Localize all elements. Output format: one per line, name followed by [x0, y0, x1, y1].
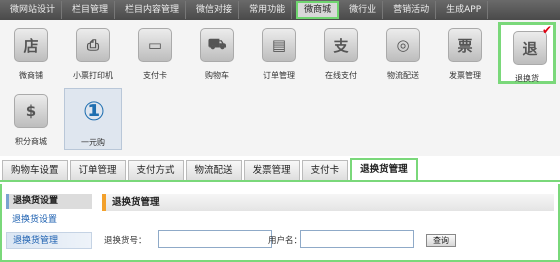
- app-points-store[interactable]: $ 积分商城: [2, 88, 60, 150]
- app-grid: 店 微商铺 ⎙ 小票打印机 ▭ 支付卡 ⛟ 购物车 ▤ 订单管理 支 在线支付 …: [0, 20, 560, 156]
- cart-icon: ⛟: [200, 28, 234, 62]
- app-order-management[interactable]: ▤ 订单管理: [250, 22, 308, 84]
- store-icon: 店: [14, 28, 48, 62]
- app-one-yuan-purchase[interactable]: ① 一元购: [64, 88, 122, 150]
- nav-marketing[interactable]: 营销活动: [387, 1, 437, 19]
- app-label: 积分商城: [15, 137, 47, 146]
- app-label: 退换货: [515, 74, 539, 83]
- panel-title: 退换货管理: [102, 194, 554, 211]
- nav-website-design[interactable]: 微网站设计: [4, 1, 63, 19]
- one-yuan-icon: ①: [77, 95, 111, 129]
- steering-wheel-icon: ◎: [386, 28, 420, 62]
- pay-icon: 支: [324, 28, 358, 62]
- app-label: 物流配送: [387, 71, 419, 80]
- username-label: 用户名：: [268, 236, 303, 246]
- tab-payment-card[interactable]: 支付卡: [301, 160, 349, 180]
- return-no-label: 退换货号：: [104, 236, 147, 246]
- sidebar-header: 退换货设置: [6, 194, 92, 209]
- app-logistics[interactable]: ◎ 物流配送: [374, 22, 432, 84]
- printer-icon: ⎙: [76, 28, 110, 62]
- app-shopping-cart[interactable]: ⛟ 购物车: [188, 22, 246, 84]
- checkmark-icon: ✔: [541, 23, 552, 37]
- app-returns[interactable]: 退 ✔ 退换货: [498, 22, 556, 84]
- nav-column-management[interactable]: 栏目管理: [66, 1, 116, 19]
- nav-micro-industry[interactable]: 微行业: [343, 1, 384, 19]
- order-icon: ▤: [262, 28, 296, 62]
- content-area: 退换货设置 退换货设置 退换货管理 退换货管理 退换货号： 用户名： 查询: [0, 184, 560, 262]
- sidebar-item-return-management[interactable]: 退换货管理: [6, 232, 92, 249]
- main-panel: 退换货管理 退换货号： 用户名： 查询: [102, 194, 554, 248]
- return-no-input[interactable]: [158, 230, 272, 248]
- app-label: 支付卡: [143, 71, 167, 80]
- tab-logistics[interactable]: 物流配送: [185, 160, 242, 180]
- app-invoice-management[interactable]: 票 发票管理: [436, 22, 494, 84]
- username-input[interactable]: [300, 230, 414, 248]
- invoice-icon: 票: [448, 28, 482, 62]
- app-receipt-printer[interactable]: ⎙ 小票打印机: [64, 22, 122, 84]
- app-label: 一元购: [81, 138, 105, 147]
- app-label: 小票打印机: [73, 71, 113, 80]
- app-label: 在线支付: [325, 71, 357, 80]
- app-micro-store[interactable]: 店 微商铺: [2, 22, 60, 84]
- tab-returns-management[interactable]: 退换货管理: [350, 158, 418, 180]
- sidebar: 退换货设置 退换货设置 退换货管理: [6, 194, 92, 249]
- top-nav-bar: 微网站设计 栏目管理 栏目内容管理 微信对接 常用功能 微商城 微行业 营销活动…: [0, 0, 560, 20]
- app-online-payment[interactable]: 支 在线支付: [312, 22, 370, 84]
- tab-invoice-management[interactable]: 发票管理: [243, 160, 300, 180]
- nav-common-functions[interactable]: 常用功能: [243, 1, 293, 19]
- sidebar-item-return-settings[interactable]: 退换货设置: [6, 212, 92, 229]
- app-label: 购物车: [205, 71, 229, 80]
- query-button[interactable]: 查询: [426, 234, 456, 247]
- app-label: 发票管理: [449, 71, 481, 80]
- app-label: 订单管理: [263, 71, 295, 80]
- nav-micro-mall[interactable]: 微商城: [296, 1, 340, 19]
- nav-wechat-integration[interactable]: 微信对接: [190, 1, 240, 19]
- app-label: 微商铺: [19, 71, 43, 80]
- search-form: 退换货号： 用户名： 查询: [102, 230, 554, 250]
- card-icon: ▭: [138, 28, 172, 62]
- nav-generate-app[interactable]: 生成APP: [440, 1, 489, 19]
- subtab-bar: 购物车设置 订单管理 支付方式 物流配送 发票管理 支付卡 退换货管理: [0, 158, 560, 182]
- points-store-icon: $: [14, 94, 48, 128]
- tab-cart-settings[interactable]: 购物车设置: [2, 160, 68, 180]
- tab-order-management[interactable]: 订单管理: [69, 160, 126, 180]
- nav-column-content[interactable]: 栏目内容管理: [119, 1, 187, 19]
- tab-payment-methods[interactable]: 支付方式: [127, 160, 184, 180]
- app-payment-card[interactable]: ▭ 支付卡: [126, 22, 184, 84]
